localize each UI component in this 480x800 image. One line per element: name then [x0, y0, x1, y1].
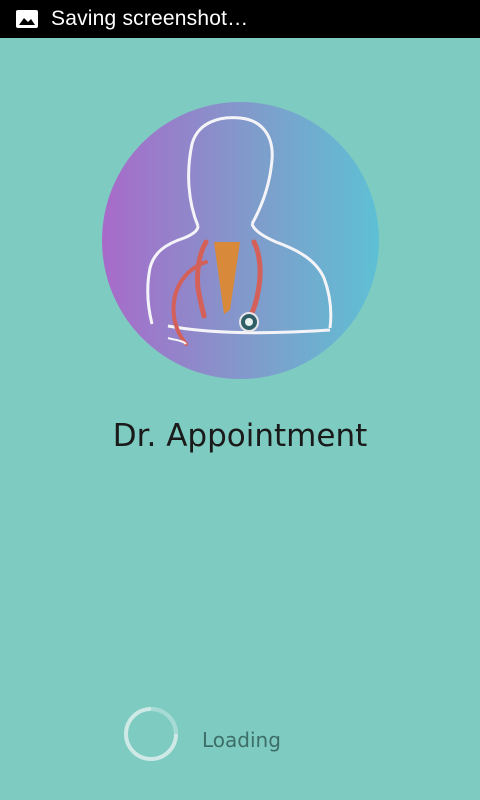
app-title: Dr. Appointment — [112, 418, 368, 454]
progress-spinner-icon — [122, 705, 180, 763]
loading-label: Loading — [202, 728, 281, 752]
image-icon — [15, 9, 39, 29]
doctor-stethoscope-icon — [102, 102, 379, 379]
status-notification-text: Saving screenshot… — [51, 7, 249, 30]
status-bar: Saving screenshot… — [0, 0, 480, 38]
